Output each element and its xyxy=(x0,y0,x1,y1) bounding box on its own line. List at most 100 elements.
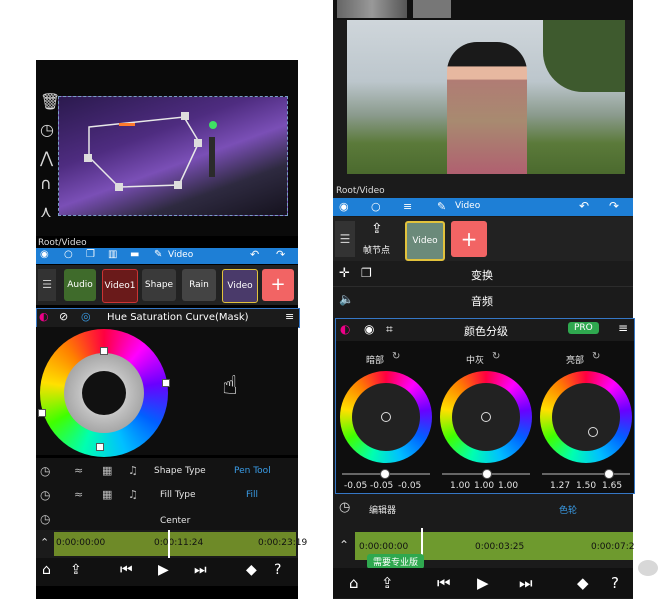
clock-icon[interactable]: ◷ xyxy=(40,464,50,478)
home-icon[interactable]: ⌂ xyxy=(42,562,51,578)
home-icon[interactable]: ⌂ xyxy=(349,574,359,592)
redo-icon[interactable]: ↷ xyxy=(276,248,285,261)
prop-value[interactable]: Fill xyxy=(246,490,258,500)
audio-label: 音频 xyxy=(471,295,493,308)
chevron-up-icon[interactable]: ⌃ xyxy=(40,536,49,549)
prop-row[interactable]: ◷ ≈ ▦ ♫ Shape Type Pen Tool xyxy=(36,462,298,484)
prev-frame-icon[interactable]: ⏮ xyxy=(437,574,451,592)
wheel-point[interactable] xyxy=(588,427,598,437)
slider-knob[interactable] xyxy=(482,469,492,479)
eye-icon[interactable]: ◉ xyxy=(339,200,349,213)
chevron-up-icon[interactable]: ⌃ xyxy=(339,538,349,552)
panel-header: ◐ ◉ ⌗ 颜色分级 PRO ≡ xyxy=(335,318,635,342)
reset-icon[interactable]: ↻ xyxy=(392,351,400,362)
peak-icon[interactable]: ⋀ xyxy=(40,148,53,167)
trash-icon[interactable]: ▥ xyxy=(108,249,117,260)
color-wheel-tab[interactable]: 色轮 xyxy=(559,503,577,516)
editor-label[interactable]: 编辑器 xyxy=(369,503,396,516)
play-icon[interactable]: ▶ xyxy=(477,574,489,592)
reset-icon[interactable]: ↻ xyxy=(492,351,500,362)
playhead[interactable] xyxy=(168,530,170,558)
reset-icon[interactable]: ↻ xyxy=(592,351,600,362)
curve-point[interactable] xyxy=(38,409,46,417)
slider-line[interactable] xyxy=(542,473,630,475)
waveform-thumb xyxy=(337,0,407,18)
circle-icon[interactable]: ○ xyxy=(371,200,381,213)
pro-badge[interactable]: PRO xyxy=(568,322,599,334)
wheel-point[interactable] xyxy=(381,412,391,422)
curve-icon[interactable]: ≈ xyxy=(74,488,83,501)
clip-video[interactable]: Video xyxy=(405,221,445,261)
hide-icon[interactable]: ⊘ xyxy=(59,310,68,323)
clip-video[interactable]: Video xyxy=(222,269,258,303)
slider-knob[interactable] xyxy=(604,469,614,479)
undo-icon[interactable]: ↶ xyxy=(579,199,589,213)
clip-shape[interactable]: Shape xyxy=(142,269,176,301)
grid-icon[interactable]: ▦ xyxy=(102,488,112,501)
pen-icon[interactable]: ✎ xyxy=(437,200,446,213)
prev-frame-icon[interactable]: ⏮ xyxy=(120,562,133,578)
mask-overlay[interactable] xyxy=(59,97,287,215)
eye-icon[interactable]: ◉ xyxy=(40,249,49,260)
note-icon[interactable]: ♫ xyxy=(128,488,138,501)
wheel-value: 1.00 xyxy=(498,481,519,491)
play-icon[interactable]: ▶ xyxy=(158,562,169,578)
menu-icon[interactable]: ≡ xyxy=(403,200,412,213)
redo-icon[interactable]: ↷ xyxy=(609,199,619,213)
clip-video1[interactable]: Video1 xyxy=(102,269,138,303)
share-icon[interactable]: ⇪ xyxy=(70,562,82,578)
wheel-value: 1.00 xyxy=(474,481,495,491)
mask-icon[interactable]: ◎ xyxy=(81,310,91,323)
clip-audio[interactable]: Audio xyxy=(64,269,96,301)
pen-icon[interactable]: ✎ xyxy=(154,249,162,260)
undo-icon[interactable]: ↶ xyxy=(250,248,259,261)
prop-value[interactable]: Pen Tool xyxy=(234,466,271,476)
layers-icon[interactable]: ☰ xyxy=(38,269,56,301)
menu-icon[interactable]: ≡ xyxy=(285,310,294,323)
curve-icon[interactable]: ≈ xyxy=(74,464,83,477)
wheel-point[interactable] xyxy=(481,412,491,422)
curve-point[interactable] xyxy=(162,379,170,387)
visibility-icon[interactable]: ◉ xyxy=(364,322,374,336)
pro-required-button[interactable]: 需要专业版 xyxy=(367,554,425,569)
folder-icon[interactable]: ▬ xyxy=(130,249,139,260)
share-icon[interactable]: ⇪ xyxy=(381,574,394,592)
next-frame-icon[interactable]: ⏭ xyxy=(194,562,207,578)
timeline-end: 0:00:23:19 xyxy=(258,538,308,548)
slider-knob[interactable] xyxy=(380,469,390,479)
wheel-value: -0.05 xyxy=(370,481,394,491)
wheel-value: -0.05 xyxy=(398,481,422,491)
add-clip-button[interactable]: + xyxy=(262,269,294,301)
layers-icon[interactable]: ☰ xyxy=(335,221,355,257)
editor-row[interactable]: ◷ 编辑器 色轮 xyxy=(335,496,633,522)
tree-silhouette xyxy=(543,20,625,92)
timeline[interactable]: ⌃ 0:00:00:00 0:00:11:24 0:00:23:19 xyxy=(36,530,307,558)
keyframe-button[interactable]: ⇪ 帧节点 xyxy=(361,221,397,257)
clock-icon[interactable]: ◷ xyxy=(40,512,50,526)
circle-icon[interactable]: ○ xyxy=(64,249,73,260)
grid-icon[interactable]: ▦ xyxy=(102,464,112,477)
timeline[interactable]: ⌃ 0:00:00:00 0:00:03:25 0:00:07:2 需要专业版 xyxy=(335,528,634,569)
curve-icon[interactable]: ∩ xyxy=(40,174,52,193)
curve-point[interactable] xyxy=(96,443,104,451)
crop-icon[interactable]: ⌗ xyxy=(386,322,393,337)
diamond-icon[interactable]: ◆ xyxy=(246,562,257,578)
prop-row[interactable]: ◷ Center xyxy=(36,510,298,528)
copy-icon[interactable]: ❐ xyxy=(86,249,95,260)
add-clip-button[interactable]: + xyxy=(451,221,487,257)
prop-row[interactable]: ◷ ≈ ▦ ♫ Fill Type Fill xyxy=(36,486,298,508)
pen-point-icon[interactable]: ⋏ xyxy=(40,202,52,221)
next-frame-icon[interactable]: ⏭ xyxy=(519,574,533,592)
wheel-value: 1.27 xyxy=(550,481,571,491)
diamond-icon[interactable]: ◆ xyxy=(577,574,589,592)
transform-row[interactable]: ✛ ❐ 变换 xyxy=(333,262,633,287)
clock-icon[interactable]: ◷ xyxy=(40,120,54,139)
audio-row[interactable]: 🔈 音频 xyxy=(333,288,633,312)
curve-point[interactable] xyxy=(100,347,108,355)
clock-icon[interactable]: ◷ xyxy=(40,488,50,502)
clip-rain[interactable]: Rain xyxy=(182,269,216,301)
menu-icon[interactable]: ≡ xyxy=(618,321,628,335)
help-icon[interactable]: ? xyxy=(611,574,619,592)
note-icon[interactable]: ♫ xyxy=(128,464,138,477)
help-icon[interactable]: ? xyxy=(274,562,281,578)
